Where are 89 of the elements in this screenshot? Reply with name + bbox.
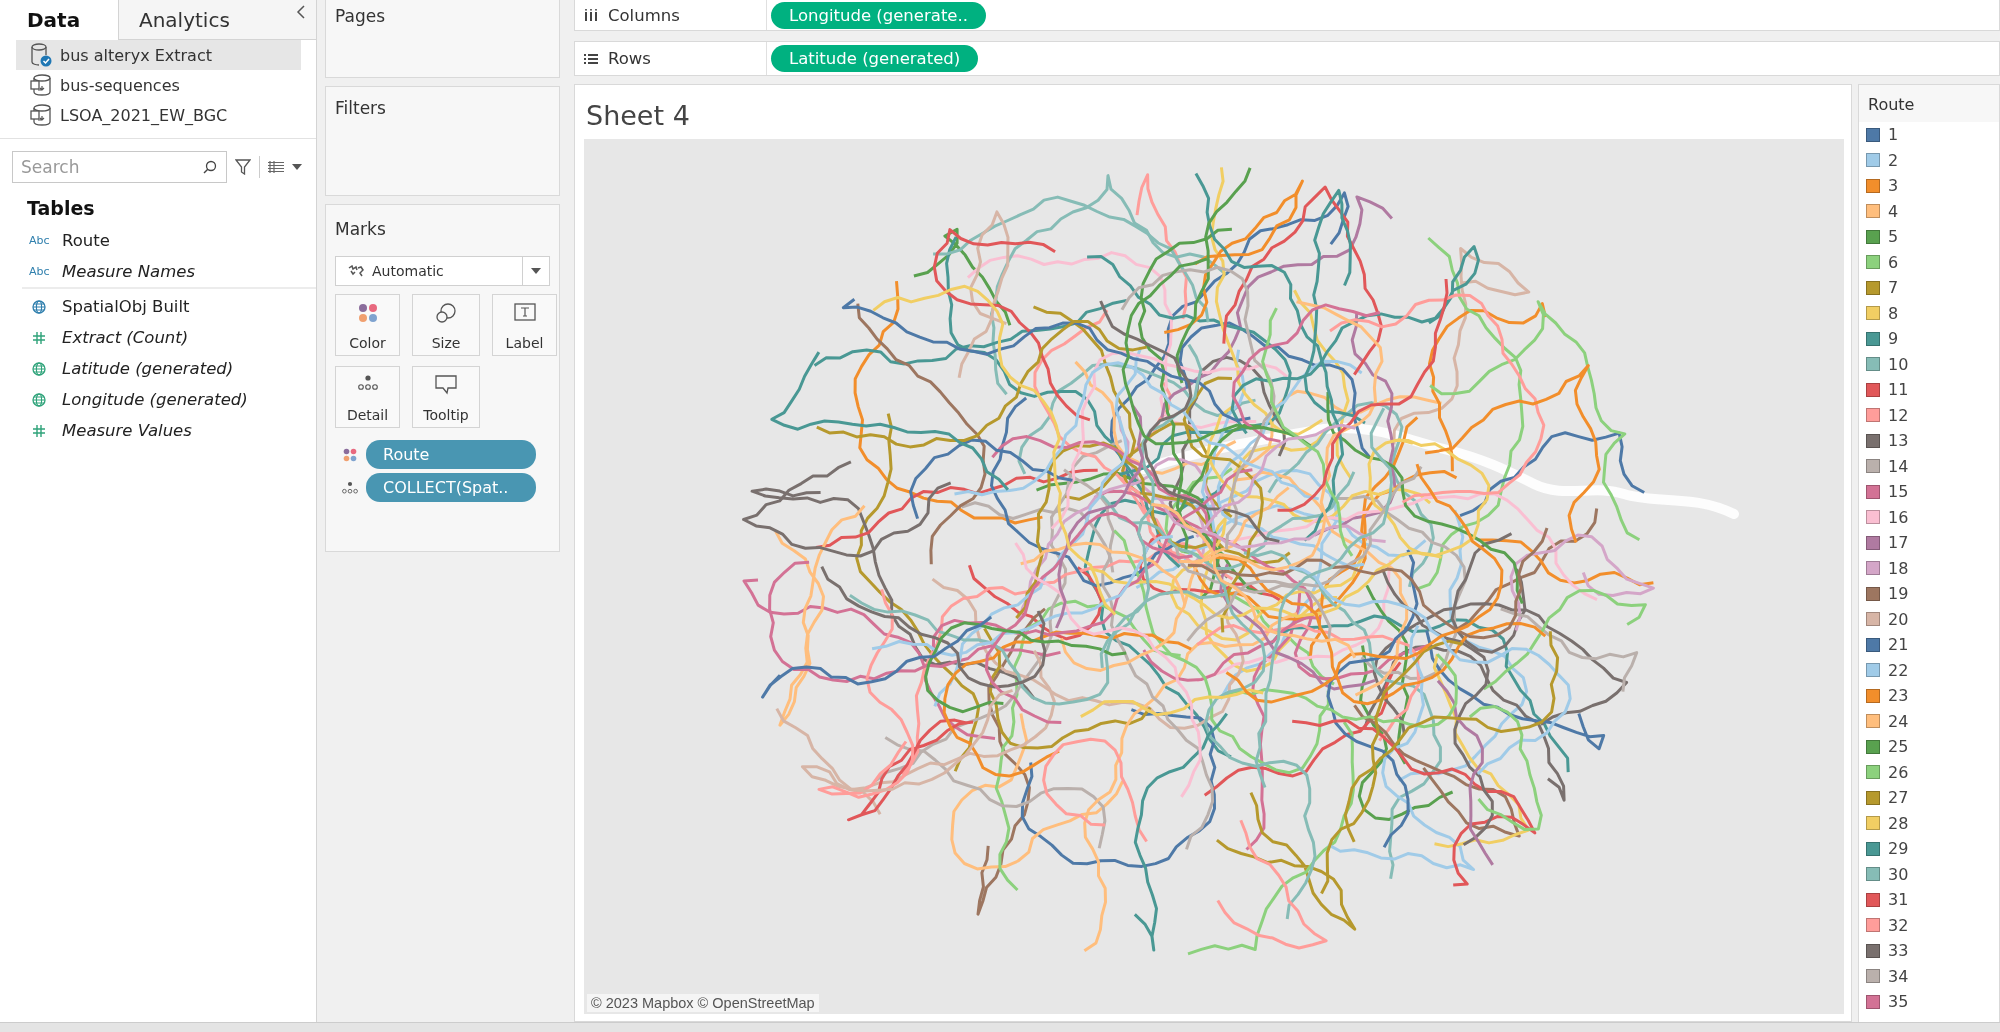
search-icon [203, 160, 217, 174]
mark-type-dropdown[interactable]: Automatic [335, 256, 550, 286]
field-item[interactable]: Longitude (generated) [22, 384, 316, 415]
shelf-label: Columns [608, 5, 680, 25]
search-field[interactable]: Search [12, 151, 227, 183]
card-title: Filters [334, 97, 387, 118]
list-view-icon[interactable] [268, 161, 284, 173]
legend-label: 12 [1888, 405, 1909, 425]
dropdown-caret-icon [531, 268, 541, 274]
legend-label: 9 [1888, 329, 1899, 349]
card-title: Pages [334, 5, 386, 26]
color-dots-icon [342, 447, 358, 462]
collapse-chevron-icon[interactable] [296, 5, 306, 19]
shelf-label: Rows [608, 49, 651, 68]
data-source-item[interactable]: bus-sequences [16, 70, 301, 100]
globe-icon [32, 299, 46, 314]
detail-dots-icon [357, 375, 378, 391]
data-source-item[interactable]: bus alteryx Extract [16, 40, 301, 70]
mark-property-button[interactable]: Tooltip [412, 366, 480, 428]
dropdown-caret-icon[interactable] [292, 164, 302, 170]
legend-label: 14 [1888, 456, 1909, 476]
legend-label: 20 [1888, 609, 1909, 629]
columns-icon [584, 9, 598, 21]
map-attribution: © 2023 Mapbox © OpenStreetMap [587, 994, 819, 1012]
legend-label: 23 [1888, 686, 1909, 706]
database-check-icon [30, 43, 52, 67]
field-item[interactable]: Abc Route [0, 225, 316, 256]
legend-label: 8 [1888, 303, 1899, 323]
legend-label: 11 [1888, 380, 1909, 400]
legend-label: 24 [1888, 711, 1909, 731]
field-item[interactable]: Extract (Count) [22, 322, 316, 353]
field-item[interactable]: Measure Values [22, 415, 316, 446]
panel-tab[interactable]: Analytics [118, 0, 316, 40]
legend-label: 22 [1888, 660, 1909, 680]
globe-icon [32, 392, 46, 407]
mark-property-button[interactable]: Detail [335, 366, 400, 428]
legend-label: 3 [1888, 176, 1899, 196]
mark-property-button[interactable]: Color [335, 294, 400, 356]
text-label-icon [513, 303, 536, 321]
data-source-item[interactable]: LSOA_2021_EW_BGC [16, 100, 301, 130]
database-icon [30, 103, 52, 127]
mark-property-button[interactable]: Label [492, 294, 557, 356]
legend-label: 25 [1888, 737, 1909, 757]
legend-label: 26 [1888, 762, 1909, 782]
mark-property-button[interactable]: Size [412, 294, 480, 356]
legend-label: 13 [1888, 431, 1909, 451]
speech-bubble-icon [435, 375, 457, 395]
legend-label: 4 [1888, 201, 1899, 221]
rows-icon [584, 52, 598, 65]
sheet-title: Sheet 4 [585, 99, 691, 133]
color-dots-icon [357, 303, 378, 323]
legend-label: 19 [1888, 584, 1909, 604]
legend-label: 33 [1888, 941, 1909, 961]
detail-dots-icon [342, 480, 358, 495]
data-type-label: Abc [29, 234, 49, 247]
legend-label: 2 [1888, 150, 1899, 170]
legend-label: 34 [1888, 966, 1909, 986]
database-icon [30, 73, 52, 97]
panel-tab[interactable]: Data [0, 0, 118, 40]
hash-icon [32, 330, 46, 345]
legend-label: 21 [1888, 635, 1909, 655]
legend-title: Route [1859, 85, 1999, 122]
legend-label: 7 [1888, 278, 1899, 298]
filter-icon[interactable] [235, 159, 251, 175]
legend-label: 17 [1888, 533, 1909, 553]
field-item[interactable]: Latitude (generated) [22, 353, 316, 384]
legend-label: 18 [1888, 558, 1909, 578]
legend-label: 35 [1888, 992, 1909, 1012]
map-icon [348, 265, 364, 277]
legend-label: 6 [1888, 252, 1899, 272]
field-item[interactable]: Abc Measure Names [0, 256, 316, 287]
legend-label: 30 [1888, 864, 1909, 884]
legend-label: 16 [1888, 507, 1909, 527]
legend-label: 28 [1888, 813, 1909, 833]
globe-icon [32, 361, 46, 376]
legend-label: 27 [1888, 788, 1909, 808]
circles-icon [436, 303, 456, 323]
data-type-label: Abc [29, 265, 49, 278]
legend-label: 15 [1888, 482, 1909, 502]
hash-icon [32, 423, 46, 438]
legend-label: 1 [1888, 125, 1899, 145]
legend-label: 10 [1888, 354, 1909, 374]
legend-label: 32 [1888, 915, 1909, 935]
legend-label: 31 [1888, 890, 1909, 910]
field-item[interactable]: SpatialObj Built [22, 291, 316, 322]
legend-label: 5 [1888, 227, 1899, 247]
card-title: Marks [334, 218, 387, 239]
legend-label: 29 [1888, 839, 1909, 859]
section-heading: Tables [26, 196, 96, 221]
